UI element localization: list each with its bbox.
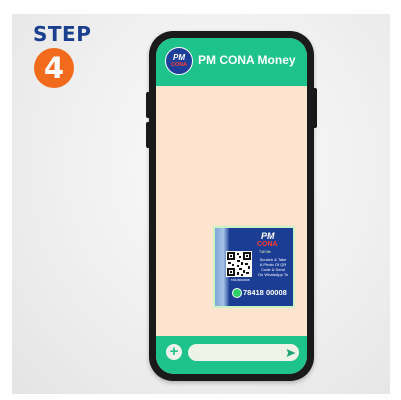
step-label: STEP [33,22,92,46]
chat-screen: PM CONA PM CONA Money PM CONA T4E.life 7… [156,38,307,374]
message-text-field[interactable] [188,344,299,361]
scratch-card-image: PM CONA T4E.life 7/8418000008 Scratch & … [215,228,293,306]
step-number-badge: 4 [34,48,74,88]
send-icon[interactable] [286,348,296,358]
message-input-bar: + [156,336,307,374]
card-logo-pm: PM [261,231,275,241]
card-logo-cona: CONA [257,241,278,248]
card-instruction-line: On WhatsApp To [257,272,289,277]
attach-plus-button[interactable]: + [166,344,182,360]
qr-caption: 7/8418000008 [230,278,250,282]
chat-header: PM CONA PM CONA Money [156,38,307,86]
avatar-logo-icon: PM [173,53,185,62]
whatsapp-number: 78418 00008 [243,288,287,297]
qr-code-icon [226,251,252,277]
whatsapp-icon [232,288,242,298]
contact-avatar[interactable]: PM CONA [165,47,193,75]
contact-name[interactable]: PM CONA Money [198,53,296,67]
image-message[interactable]: PM CONA T4E.life 7/8418000008 Scratch & … [213,226,295,308]
card-partner-brand: T4E.life [259,250,271,254]
